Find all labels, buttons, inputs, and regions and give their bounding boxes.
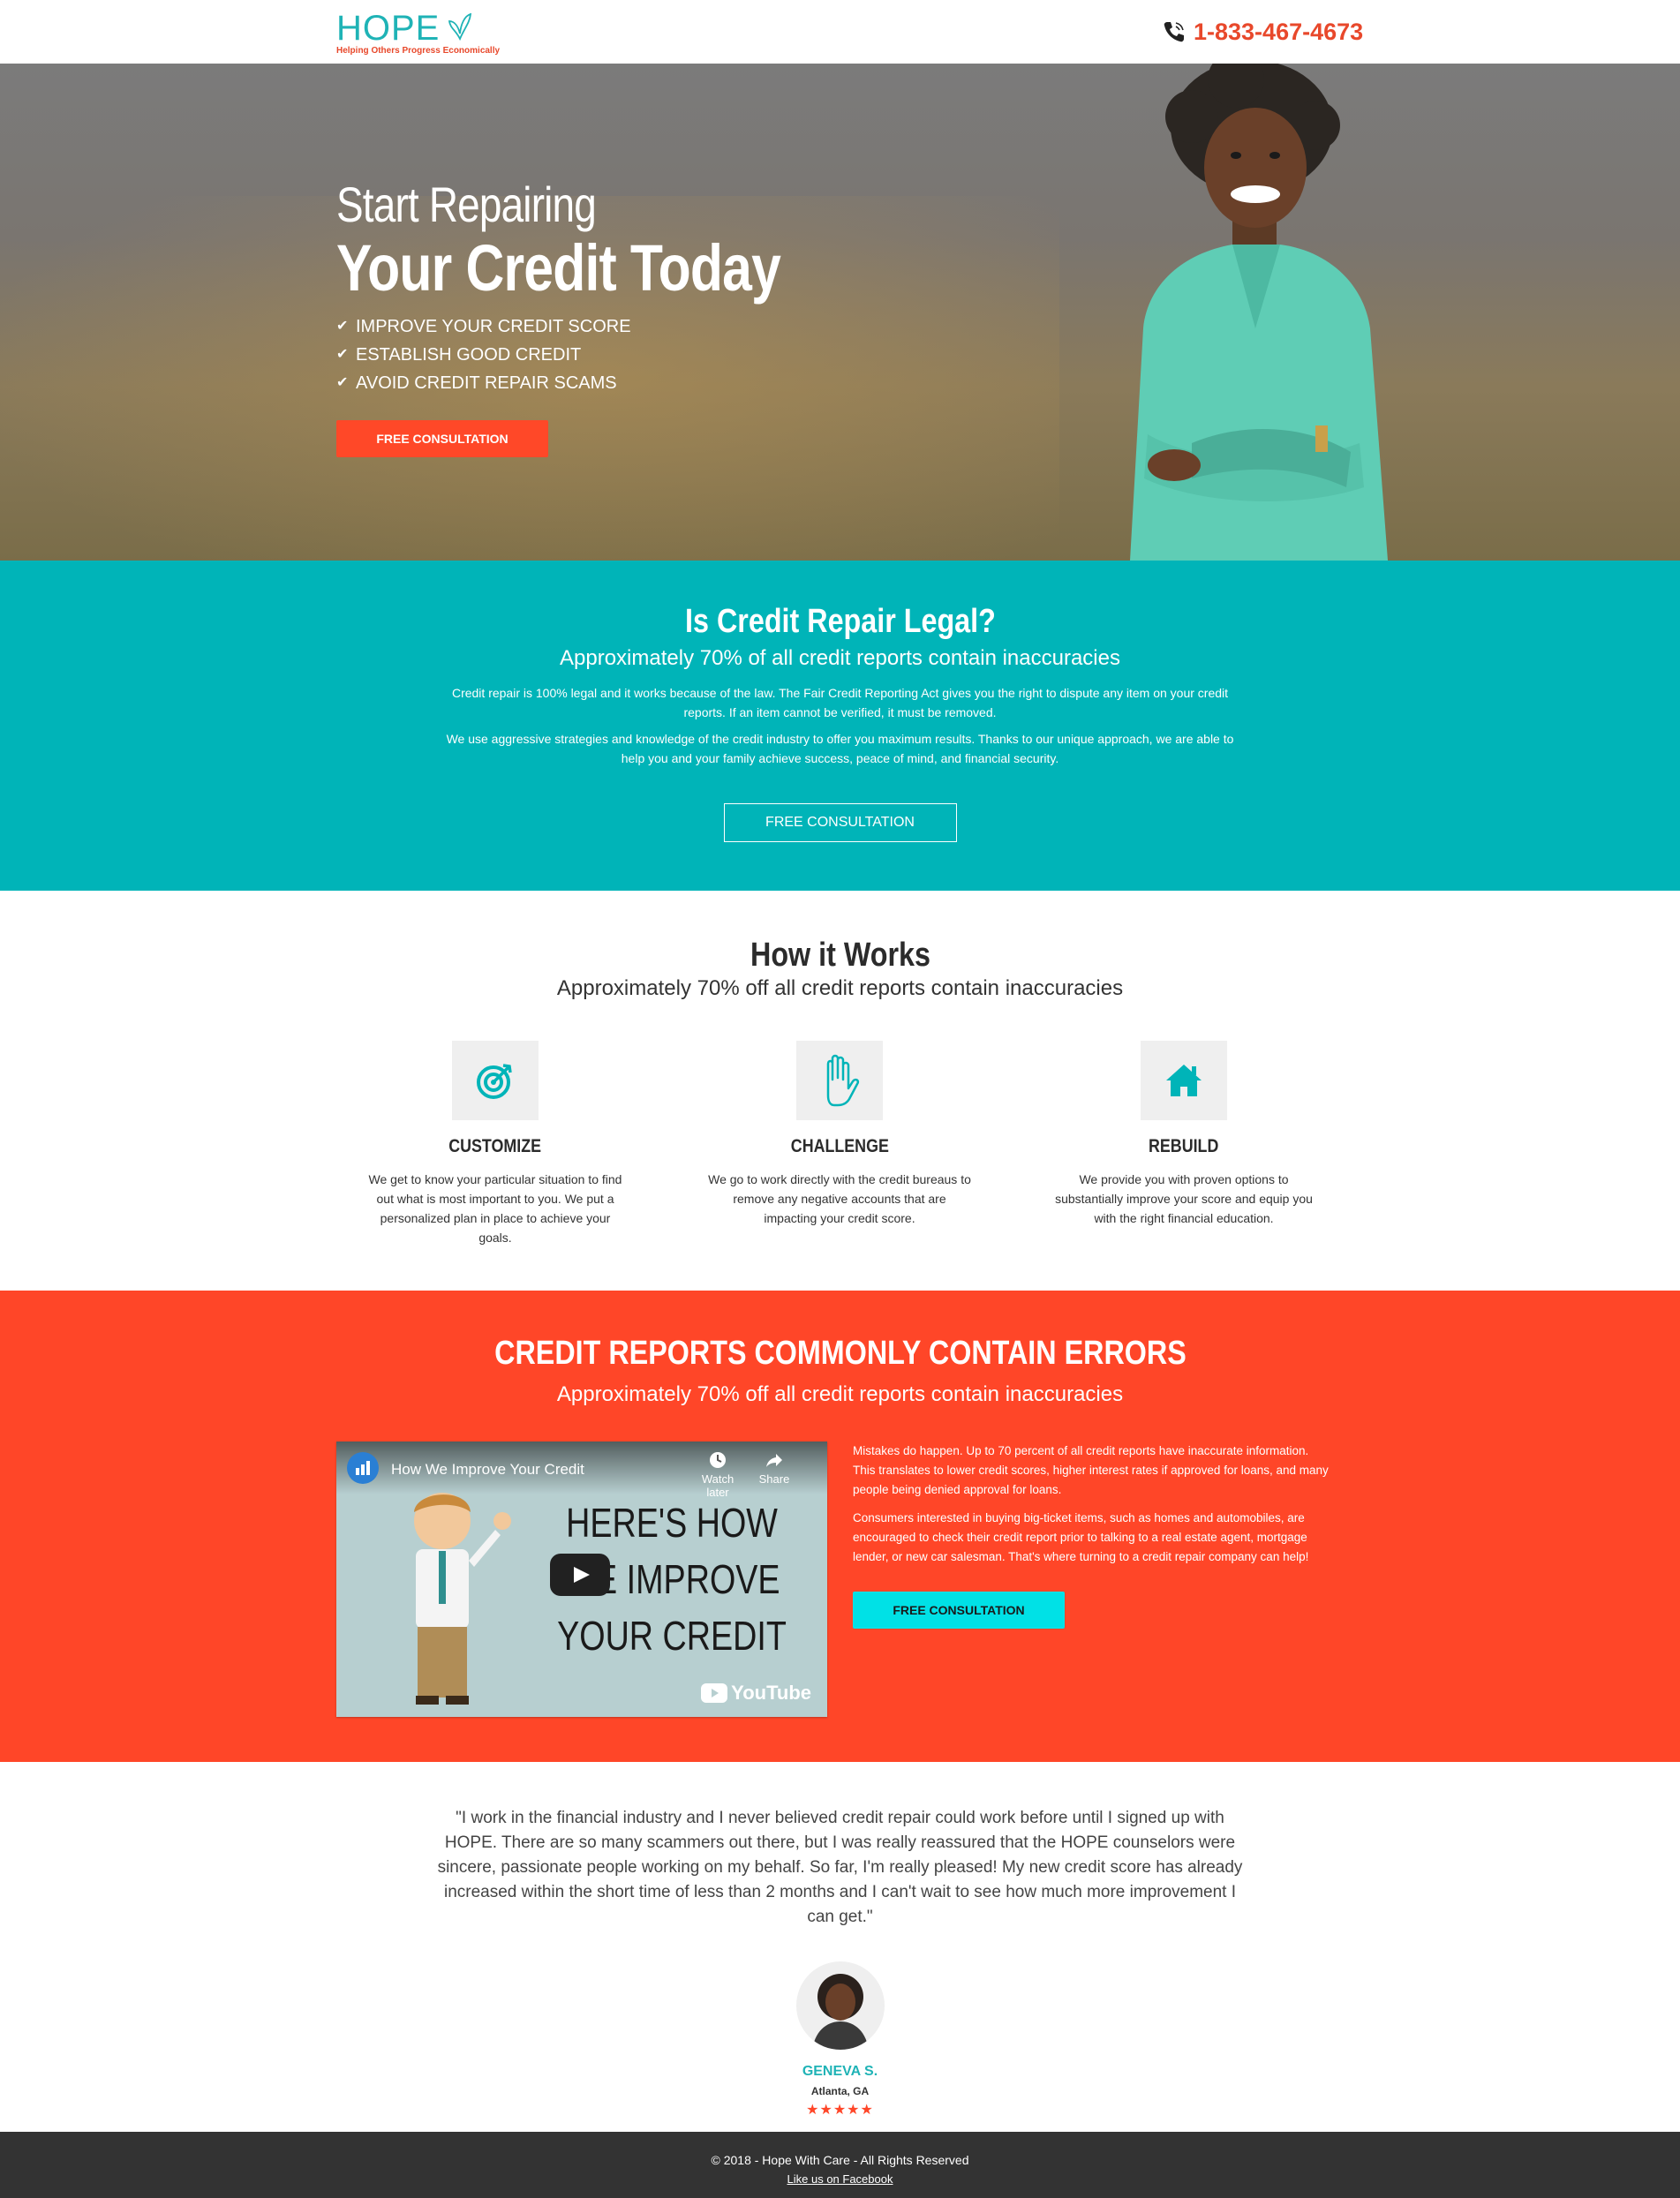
benefit-item: ✔ AVOID CREDIT REPAIR SCAMS: [336, 369, 878, 397]
site-footer: © 2018 - Hope With Care - All Rights Res…: [0, 2132, 1680, 2198]
steps-row: CUSTOMIZE We get to know your particular…: [0, 1041, 1680, 1270]
watch-later-button[interactable]: Watch later: [691, 1450, 744, 1499]
step-description: We go to work directly with the credit b…: [708, 1172, 971, 1225]
testimonial-name: GENEVA S.: [802, 2064, 878, 2079]
errors-section: CREDIT REPORTS COMMONLY CONTAIN ERRORS A…: [0, 1291, 1680, 1762]
check-icon: ✔: [336, 319, 349, 334]
play-button[interactable]: [550, 1554, 610, 1596]
channel-avatar-icon[interactable]: [347, 1452, 379, 1484]
play-icon: [574, 1567, 590, 1583]
step-description: We provide you with proven options to su…: [1055, 1172, 1313, 1225]
hero-content: Start Repairing Your Credit Today ✔ IMPRO…: [336, 177, 878, 457]
youtube-wordmark: YouTube: [731, 1682, 811, 1704]
testimonial-section: "I work in the financial industry and I …: [0, 1762, 1680, 2132]
facebook-link[interactable]: Like us on Facebook: [787, 2172, 893, 2186]
share-icon: [766, 1454, 782, 1467]
hope-logo[interactable]: HOPE Helping Others Progress Economicall…: [336, 9, 513, 58]
site-header: HOPE Helping Others Progress Economicall…: [0, 0, 1680, 64]
check-icon: ✔: [336, 375, 349, 390]
hero-benefits-list: ✔ IMPROVE YOUR CREDIT SCORE ✔ ESTABLISH GO…: [336, 312, 878, 397]
benefit-item: ✔ ESTABLISH GOOD CREDIT: [336, 341, 878, 369]
hand-icon: [826, 1054, 860, 1107]
errors-text-block: Mistakes do happen. Up to 70 percent of …: [853, 1441, 1330, 1629]
step-icon-box: [796, 1041, 883, 1120]
check-icon: ✔: [336, 347, 349, 362]
hero-section: Start Repairing Your Credit Today ✔ IMPRO…: [0, 64, 1680, 561]
legal-subtitle: Approximately 70% of all credit reports …: [560, 646, 1120, 670]
cartoon-man-illustration: [414, 1493, 511, 1705]
video-title[interactable]: How We Improve Your Credit: [391, 1461, 584, 1479]
legal-paragraph-2: We use aggressive strategies and knowled…: [446, 732, 1234, 765]
step-icon-box: [452, 1041, 539, 1120]
legal-title: Is Credit Repair Legal?: [684, 603, 996, 640]
step-customize: CUSTOMIZE We get to know your particular…: [354, 1041, 637, 1247]
testimonial-quote: "I work in the financial industry and I …: [437, 1809, 1243, 1926]
youtube-logo[interactable]: YouTube: [701, 1682, 811, 1705]
legal-consultation-button[interactable]: FREE CONSULTATION: [723, 803, 957, 842]
clock-icon: [710, 1452, 726, 1468]
hero-title-line1: Start Repairing: [336, 177, 597, 232]
how-it-works-section: How it Works Approximately 70% off all c…: [0, 891, 1680, 1291]
hero-consultation-button[interactable]: FREE CONSULTATION: [336, 420, 548, 457]
logo-tagline: Helping Others Progress Economically: [336, 46, 501, 56]
phone-number: 1-833-467-4673: [1194, 18, 1364, 45]
errors-consultation-button[interactable]: FREE CONSULTATION: [853, 1592, 1065, 1629]
step-title: CHALLENGE: [790, 1136, 889, 1156]
step-title: CUSTOMIZE: [448, 1136, 542, 1156]
errors-title: CREDIT REPORTS COMMONLY CONTAIN ERRORS: [493, 1335, 1187, 1372]
phone-link[interactable]: 1-833-467-4673: [1162, 14, 1363, 49]
testimonial-avatar: [795, 1961, 885, 2050]
share-label: Share: [758, 1472, 790, 1486]
how-subtitle: Approximately 70% off all credit reports…: [556, 976, 1124, 1000]
benefit-label: IMPROVE YOUR CREDIT SCORE: [356, 317, 631, 336]
step-rebuild: REBUILD We provide you with proven optio…: [1043, 1041, 1325, 1228]
errors-subtitle: Approximately 70% off all credit reports…: [556, 1382, 1124, 1406]
step-challenge: CHALLENGE We go to work directly with th…: [698, 1041, 981, 1228]
phone-icon: [1164, 22, 1184, 42]
butterfly-icon: [448, 12, 472, 41]
legal-paragraph-1: Credit repair is 100% legal and it works…: [451, 686, 1229, 719]
copyright-text: © 2018 - Hope With Care - All Rights Res…: [711, 2153, 969, 2167]
benefit-label: AVOID CREDIT REPAIR SCAMS: [356, 373, 617, 393]
benefit-item: ✔ IMPROVE YOUR CREDIT SCORE: [336, 312, 878, 341]
house-icon: [1166, 1065, 1202, 1096]
step-description: We get to know your particular situation…: [368, 1172, 622, 1245]
logo-wordmark: HOPE: [336, 9, 441, 48]
errors-paragraph-2: Consumers interested in buying big-ticke…: [853, 1511, 1309, 1563]
youtube-icon: [701, 1683, 728, 1703]
errors-paragraph-1: Mistakes do happen. Up to 70 percent of …: [853, 1444, 1329, 1496]
share-button[interactable]: Share: [748, 1450, 801, 1486]
rating-stars-icon: ★★★★★: [806, 2103, 874, 2118]
legal-section: Is Credit Repair Legal? Approximately 70…: [0, 561, 1680, 891]
benefit-label: ESTABLISH GOOD CREDIT: [356, 345, 582, 365]
target-icon: [477, 1064, 512, 1099]
video-player[interactable]: HERE'S HOW WE IMPROVE YOUR CREDIT How We…: [336, 1441, 827, 1717]
hero-title-line2: Your Credit Today: [336, 231, 781, 305]
how-title: How it Works: [750, 937, 930, 974]
hero-woman-photo: [1130, 64, 1388, 561]
errors-title-wrap: CREDIT REPORTS COMMONLY CONTAIN ERRORS: [0, 1335, 1680, 1373]
step-icon-box: [1141, 1041, 1227, 1120]
step-title: REBUILD: [1149, 1136, 1219, 1156]
watch-later-label: Watch later: [701, 1472, 735, 1499]
testimonial-location: Atlanta, GA: [810, 2085, 870, 2097]
